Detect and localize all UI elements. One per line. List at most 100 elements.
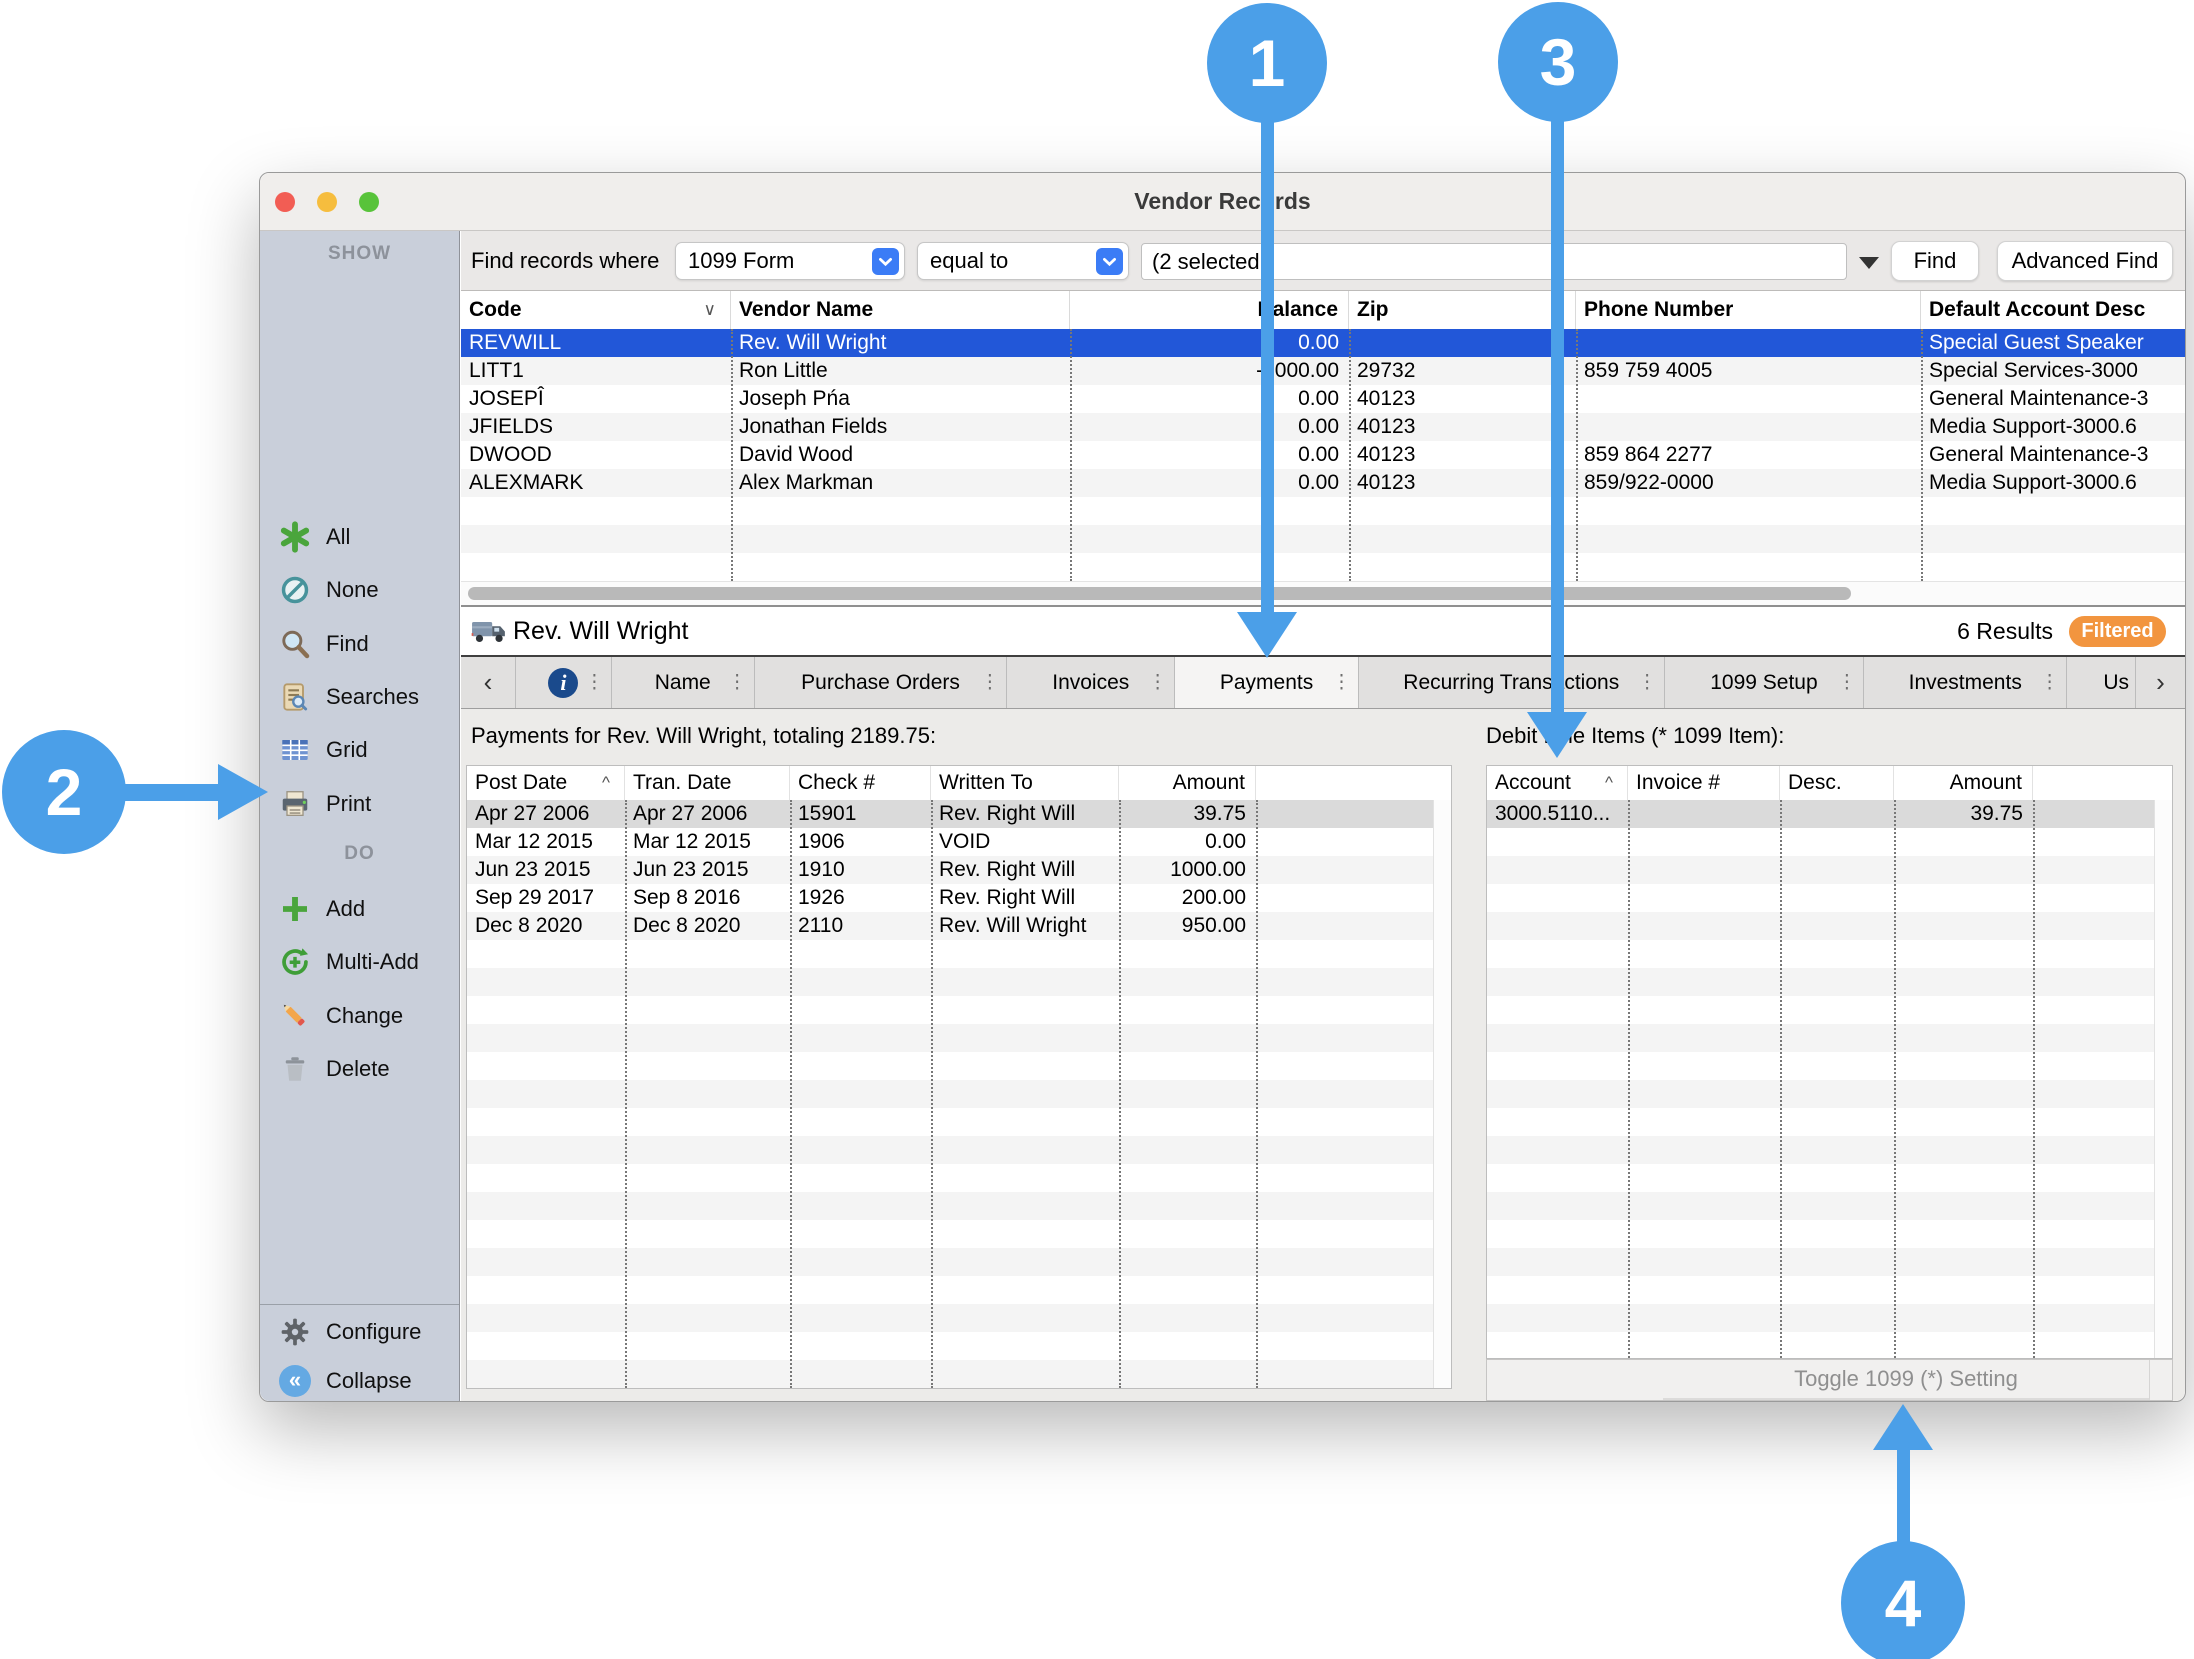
printer-icon [276, 786, 314, 822]
tab-grip-icon: ⋮ [1332, 671, 1351, 694]
operator-dropdown[interactable]: equal to [917, 242, 1129, 280]
sidebar-item-multi-add[interactable]: Multi-Add [260, 943, 459, 981]
sidebar-item-label: Find [326, 625, 369, 663]
sidebar-item-configure[interactable]: Configure [260, 1313, 459, 1351]
table-row[interactable]: Jun 23 2015Jun 23 20151910Rev. Right Wil… [467, 856, 1451, 884]
column-header-code[interactable]: Code∨ [461, 291, 731, 329]
sidebar: SHOW All None Find [260, 231, 460, 1401]
table-row[interactable]: REVWILL Rev. Will Wright 0.00 Special Gu… [461, 329, 2185, 357]
column-header-invoice[interactable]: Invoice # [1628, 766, 1780, 800]
sidebar-item-label: Add [326, 890, 365, 928]
column-header-account[interactable]: Account^ [1487, 766, 1628, 800]
column-header-phone[interactable]: Phone Number [1576, 291, 1921, 329]
callout-circle-4: 4 [1841, 1541, 1965, 1659]
sidebar-item-searches[interactable]: Searches [260, 678, 459, 716]
sidebar-item-label: Configure [326, 1313, 421, 1351]
sidebar-item-print[interactable]: Print [260, 785, 459, 823]
table-row[interactable]: ALEXMARK Alex Markman 0.00 40123 859/922… [461, 469, 2185, 497]
vendor-table-header: Code∨ Vendor Name Balance Zip Phone Numb… [461, 291, 2185, 329]
tab-recurring-transactions[interactable]: Recurring Transactions⋮ [1359, 657, 1665, 708]
chevron-down-icon [872, 248, 899, 275]
operator-dropdown-value: equal to [930, 248, 1008, 274]
sidebar-item-add[interactable]: Add [260, 890, 459, 928]
sidebar-item-delete[interactable]: Delete [260, 1050, 459, 1088]
payments-summary-label: Payments for Rev. Will Wright, totaling … [471, 723, 936, 749]
search-value-input[interactable]: (2 selected [1141, 243, 1847, 280]
column-header-desc[interactable]: Desc. [1780, 766, 1894, 800]
sidebar-item-all[interactable]: All [260, 518, 459, 556]
circle-slash-icon [276, 572, 314, 608]
filtered-badge[interactable]: Filtered [2069, 616, 2166, 647]
sidebar-item-grid[interactable]: Grid [260, 731, 459, 769]
callout-arrow-3-head [1527, 712, 1587, 758]
recent-searches-caret[interactable] [1859, 257, 1879, 269]
column-header-amount[interactable]: Amount [1894, 766, 2033, 800]
saved-search-icon [276, 679, 314, 715]
column-header-written-to[interactable]: Written To [931, 766, 1119, 800]
empty-row [461, 525, 2185, 553]
sidebar-item-change[interactable]: Change [260, 997, 459, 1035]
gear-icon [276, 1314, 314, 1350]
column-header-balance[interactable]: Balance [1070, 291, 1349, 329]
sidebar-item-label: Print [326, 785, 371, 823]
tab-grip-icon: ⋮ [1837, 671, 1856, 694]
empty-row [461, 497, 2185, 525]
table-row[interactable]: JOSEPÎ Joseph Pńa 0.00 40123 General Mai… [461, 385, 2185, 413]
vertical-scrollbar[interactable] [1433, 800, 1451, 1388]
tab-investments[interactable]: Investments⋮ [1864, 657, 2067, 708]
find-button[interactable]: Find [1891, 241, 1979, 281]
table-row[interactable]: Sep 29 2017Sep 8 20161926Rev. Right Will… [467, 884, 1451, 912]
table-row[interactable]: 3000.5110...39.75 [1487, 800, 2172, 828]
vertical-scrollbar[interactable] [2154, 800, 2172, 1358]
detail-vendor-name: Rev. Will Wright [513, 607, 688, 655]
table-row[interactable]: Apr 27 2006Apr 27 200615901Rev. Right Wi… [467, 800, 1451, 828]
tab-users-truncated[interactable]: Us [2067, 657, 2136, 708]
column-header-post-date[interactable]: Post Date^ [467, 766, 625, 800]
multi-add-icon [276, 944, 314, 980]
asterisk-icon [276, 519, 314, 555]
sidebar-item-label: All [326, 518, 350, 556]
toggle-1099-button[interactable]: Toggle 1099 (*) Setting [1663, 1360, 2150, 1400]
tab-purchase-orders[interactable]: Purchase Orders⋮ [755, 657, 1008, 708]
tab-grip-icon: ⋮ [728, 671, 747, 694]
field-dropdown[interactable]: 1099 Form [675, 242, 905, 280]
column-header-tran-date[interactable]: Tran. Date [625, 766, 790, 800]
table-row[interactable]: JFIELDS Jonathan Fields 0.00 40123 Media… [461, 413, 2185, 441]
payments-table-header: Post Date^ Tran. Date Check # Written To… [467, 766, 1451, 800]
empty-rows [1487, 828, 2172, 1358]
column-divider [625, 800, 627, 1388]
table-row[interactable]: DWOOD David Wood 0.00 40123 859 864 2277… [461, 441, 2185, 469]
window-title: Vendor Records [260, 173, 2185, 230]
tab-grip-icon: ⋮ [585, 671, 604, 694]
tabs-scroll-left-button[interactable]: ‹ [461, 657, 516, 708]
table-row[interactable]: Mar 12 2015Mar 12 20151906VOID0.00 [467, 828, 1451, 856]
table-row[interactable]: LITT1 Ron Little -1000.00 29732 859 759 … [461, 357, 2185, 385]
column-header-account[interactable]: Default Account Desc [1921, 291, 2185, 329]
column-header-zip[interactable]: Zip [1349, 291, 1576, 329]
column-divider [1628, 800, 1630, 1358]
advanced-find-button[interactable]: Advanced Find [1997, 241, 2173, 281]
sidebar-item-collapse[interactable]: « Collapse [260, 1362, 459, 1400]
tab-payments[interactable]: Payments⋮ [1175, 657, 1359, 708]
table-row[interactable]: Dec 8 2020Dec 8 20202110Rev. Will Wright… [467, 912, 1451, 940]
tab-invoices[interactable]: Invoices⋮ [1007, 657, 1175, 708]
column-divider [1070, 329, 1072, 581]
column-header-amount[interactable]: Amount [1119, 766, 1256, 800]
column-header-check[interactable]: Check # [790, 766, 931, 800]
scrollbar-thumb[interactable] [468, 587, 1851, 600]
column-divider [931, 800, 933, 1388]
sidebar-item-find[interactable]: Find [260, 625, 459, 663]
sidebar-item-label: Delete [326, 1050, 390, 1088]
detail-header: Rev. Will Wright 6 Results Filtered [461, 607, 2185, 655]
tab-1099-setup[interactable]: 1099 Setup⋮ [1665, 657, 1865, 708]
sort-up-icon: ^ [602, 773, 624, 793]
info-icon: i [548, 668, 578, 698]
sidebar-item-none[interactable]: None [260, 571, 459, 609]
tabs-scroll-right-button[interactable]: › [2136, 657, 2185, 708]
tab-info[interactable]: i ⋮ [516, 657, 612, 708]
sidebar-item-label: Searches [326, 678, 419, 716]
column-divider [1576, 329, 1578, 581]
debit-items-table: Account^ Invoice # Desc. Amount 3000.511… [1486, 765, 2173, 1359]
column-header-vendor-name[interactable]: Vendor Name [731, 291, 1070, 329]
tab-name[interactable]: Name⋮ [612, 657, 755, 708]
